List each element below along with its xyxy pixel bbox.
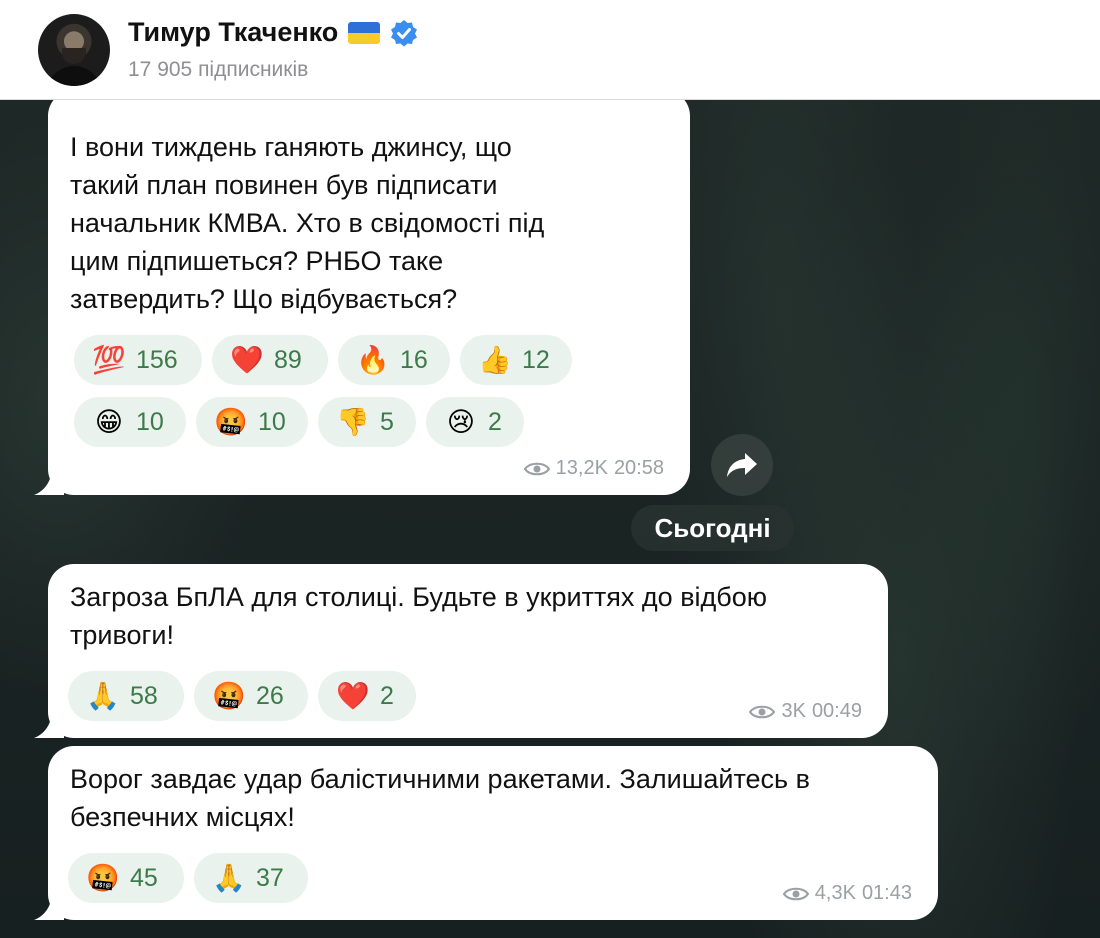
reaction-chip[interactable]: ❤️ 89 bbox=[212, 335, 328, 385]
eye-icon bbox=[523, 462, 550, 475]
channel-title: Тимур Ткаченко bbox=[128, 17, 418, 48]
reaction-chip[interactable]: 😁 10 bbox=[74, 397, 186, 447]
message-bubble[interactable]: Ворог завдає удар балістичними ракетами.… bbox=[34, 746, 938, 920]
reaction-chip[interactable]: 🤬 26 bbox=[194, 671, 308, 721]
fire-icon: 🔥 bbox=[356, 345, 390, 375]
reaction-chip[interactable]: 🙏 37 bbox=[194, 853, 308, 903]
reaction-count: 2 bbox=[380, 681, 394, 710]
message-meta: 13,2K 20:58 bbox=[523, 457, 664, 480]
message-text: І вони тиждень ганяють джинсу, що такий … bbox=[70, 132, 545, 314]
channel-name-text: Тимур Ткаченко bbox=[128, 17, 339, 47]
message-bubble[interactable]: І вони тиждень ганяють джинсу, що такий … bbox=[34, 90, 690, 495]
message-time: 01:43 bbox=[861, 882, 912, 904]
message-text: Ворог завдає удар балістичними ракетами.… bbox=[70, 764, 810, 832]
reaction-count: 26 bbox=[256, 681, 284, 710]
avatar[interactable] bbox=[38, 14, 110, 86]
eye-icon bbox=[782, 887, 809, 900]
cursing-face-icon: 🤬 bbox=[212, 681, 246, 711]
reaction-count: 58 bbox=[130, 681, 158, 710]
reaction-count: 45 bbox=[130, 863, 158, 892]
message-text: Загроза БпЛА для столиці. Будьте в укрит… bbox=[70, 582, 768, 650]
cursing-face-icon: 🤬 bbox=[214, 407, 248, 437]
hundred-points-icon: 💯 bbox=[92, 345, 126, 375]
thumbs-up-icon: 👍 bbox=[478, 345, 512, 375]
reaction-count: 10 bbox=[258, 407, 286, 436]
channel-header[interactable]: Тимур Ткаченко 17 905 підписників bbox=[0, 0, 1100, 100]
message-time: 20:58 bbox=[613, 457, 664, 479]
reaction-count: 16 bbox=[400, 345, 428, 374]
reaction-count: 12 bbox=[522, 345, 550, 374]
message-bubble[interactable]: Загроза БпЛА для столиці. Будьте в укрит… bbox=[34, 564, 888, 738]
folded-hands-icon: 🙏 bbox=[86, 681, 120, 711]
reaction-chip[interactable]: 🤬 10 bbox=[196, 397, 308, 447]
message-time: 00:49 bbox=[811, 700, 862, 722]
reaction-chip[interactable]: ❤️ 2 bbox=[318, 671, 416, 721]
red-heart-icon: ❤️ bbox=[336, 681, 370, 711]
eye-icon bbox=[749, 705, 776, 718]
reaction-count: 156 bbox=[136, 345, 178, 374]
view-count: 13,2K bbox=[555, 457, 608, 479]
reaction-count: 37 bbox=[256, 863, 284, 892]
thumbs-down-icon: 👎 bbox=[336, 407, 370, 437]
reaction-chip[interactable]: 💯 156 bbox=[74, 335, 202, 385]
message-meta: 4,3K 01:43 bbox=[782, 882, 912, 905]
view-count: 3K bbox=[781, 700, 806, 722]
reaction-chip[interactable]: 🙏 58 bbox=[68, 671, 184, 721]
bubble-tail bbox=[34, 471, 64, 495]
share-arrow-icon bbox=[727, 453, 757, 477]
message-meta: 3K 00:49 bbox=[749, 700, 862, 723]
date-separator: Сьогодні bbox=[631, 505, 794, 551]
cursing-face-icon: 🤬 bbox=[86, 863, 120, 893]
bubble-tail bbox=[34, 714, 64, 738]
reaction-count: 89 bbox=[274, 345, 302, 374]
reaction-chip[interactable]: 😢 2 bbox=[426, 397, 524, 447]
view-count: 4,3K bbox=[814, 882, 856, 904]
reaction-count: 5 bbox=[380, 407, 394, 436]
crying-face-icon: 😢 bbox=[446, 407, 476, 437]
reaction-count: 10 bbox=[136, 407, 164, 436]
reaction-count: 2 bbox=[488, 407, 502, 436]
red-heart-icon: ❤️ bbox=[230, 345, 264, 375]
reaction-chip[interactable]: 🤬 45 bbox=[68, 853, 184, 903]
reaction-chip[interactable]: 👍 12 bbox=[460, 335, 572, 385]
reaction-chip[interactable]: 🔥 16 bbox=[338, 335, 450, 385]
bubble-tail bbox=[34, 896, 64, 920]
folded-hands-icon: 🙏 bbox=[212, 863, 246, 893]
reaction-chip[interactable]: 👎 5 bbox=[318, 397, 416, 447]
grinning-face-icon: 😁 bbox=[94, 407, 124, 437]
verified-badge-icon bbox=[390, 19, 418, 47]
subscriber-count: 17 905 підписників bbox=[128, 58, 309, 81]
share-button[interactable] bbox=[711, 434, 773, 496]
ukraine-flag-icon bbox=[348, 21, 381, 44]
